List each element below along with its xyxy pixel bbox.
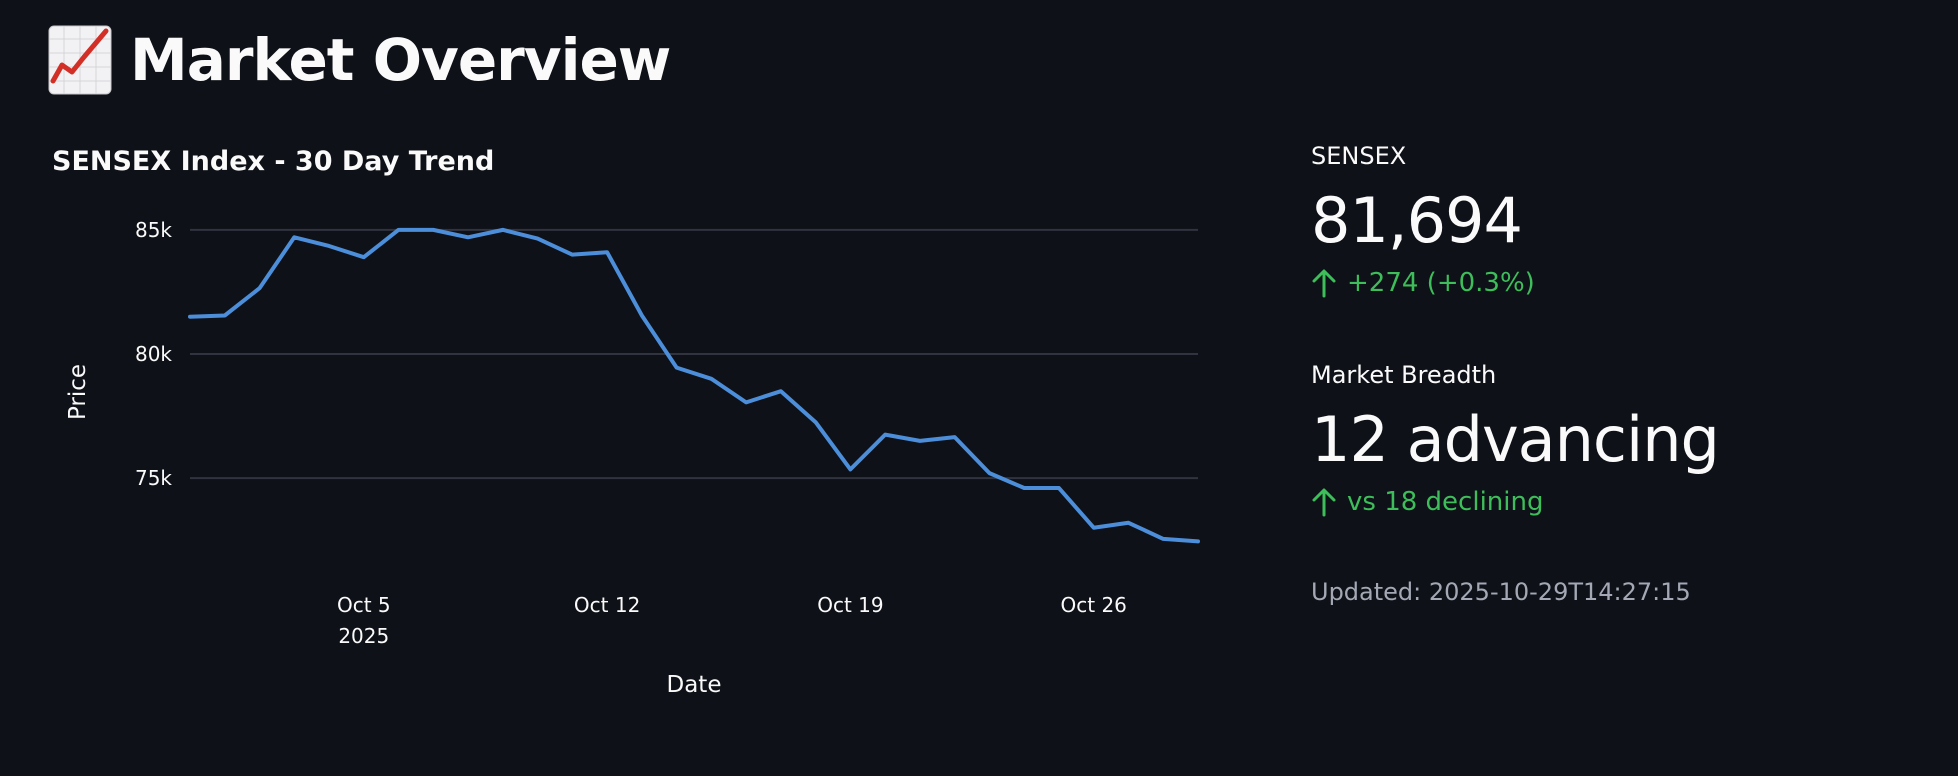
data-point[interactable]: [292, 235, 296, 239]
metric-delta: vs 18 declining: [1311, 487, 1719, 517]
data-point[interactable]: [814, 420, 818, 424]
data-point[interactable]: [536, 237, 540, 241]
data-point[interactable]: [397, 228, 401, 232]
data-point[interactable]: [744, 400, 748, 404]
data-point[interactable]: [223, 313, 227, 317]
data-point[interactable]: [570, 253, 574, 257]
data-point[interactable]: [883, 433, 887, 437]
metric-value: 81,694: [1311, 184, 1523, 257]
data-point[interactable]: [779, 389, 783, 393]
y-axis-ticks: 75k 80k 85k: [135, 218, 172, 490]
data-point[interactable]: [501, 228, 505, 232]
metric-market-breadth: Market Breadth 12 advancing vs 18 declin…: [1311, 361, 1720, 517]
x-tick-label: Oct 5: [337, 593, 391, 617]
data-point[interactable]: [258, 286, 262, 290]
x-tick-label: Oct 26: [1061, 593, 1127, 617]
x-tick-label: Oct 19: [817, 593, 883, 617]
arrow-up-icon: [1312, 488, 1336, 517]
series-line[interactable]: [188, 227, 1200, 544]
data-point[interactable]: [1057, 486, 1061, 490]
data-point[interactable]: [1196, 539, 1200, 543]
metric-value: 12 advancing: [1311, 403, 1720, 476]
data-point[interactable]: [431, 228, 435, 232]
data-point[interactable]: [1161, 537, 1165, 541]
x-tick-label: Oct 12: [574, 593, 640, 617]
data-point[interactable]: [675, 366, 679, 370]
data-point[interactable]: [640, 313, 644, 317]
data-point[interactable]: [953, 435, 957, 439]
data-point[interactable]: [918, 439, 922, 443]
metric-label: SENSEX: [1311, 142, 1407, 170]
x-axis-ticks: Oct 5 2025 Oct 12 Oct 19 Oct 26: [337, 593, 1127, 648]
updated-timestamp: Updated: 2025-10-29T14:27:15: [1311, 578, 1691, 606]
data-point[interactable]: [466, 235, 470, 239]
y-tick-label: 85k: [135, 218, 172, 242]
x-axis-title: Date: [667, 672, 722, 698]
data-point[interactable]: [327, 244, 331, 248]
data-point[interactable]: [605, 250, 609, 254]
data-point[interactable]: [1092, 526, 1096, 530]
metric-delta-text: vs 18 declining: [1347, 487, 1544, 517]
metric-sensex: SENSEX 81,694 +274 (+0.3%): [1311, 142, 1535, 298]
arrow-up-icon: [1312, 269, 1336, 298]
sensex-line-chart[interactable]: 75k 80k 85k Oct 5 2025 Oct 12 Oct 19 Oct 26 Pr…: [0, 0, 1250, 720]
data-point[interactable]: [362, 255, 366, 259]
data-point[interactable]: [1126, 521, 1130, 525]
grid-lines: [190, 228, 1198, 480]
data-point[interactable]: [848, 467, 852, 471]
metric-delta: +274 (+0.3%): [1311, 268, 1535, 298]
data-point[interactable]: [987, 471, 991, 475]
metric-label: Market Breadth: [1311, 361, 1497, 389]
y-tick-label: 80k: [135, 342, 172, 366]
y-tick-label: 75k: [135, 466, 172, 490]
x-tick-sublabel: 2025: [338, 624, 389, 648]
data-point[interactable]: [709, 377, 713, 381]
metric-delta-text: +274 (+0.3%): [1347, 268, 1535, 298]
data-point[interactable]: [188, 315, 192, 319]
data-point[interactable]: [1022, 486, 1026, 490]
series-layer: [188, 227, 1200, 544]
y-axis-title: Price: [65, 364, 91, 420]
